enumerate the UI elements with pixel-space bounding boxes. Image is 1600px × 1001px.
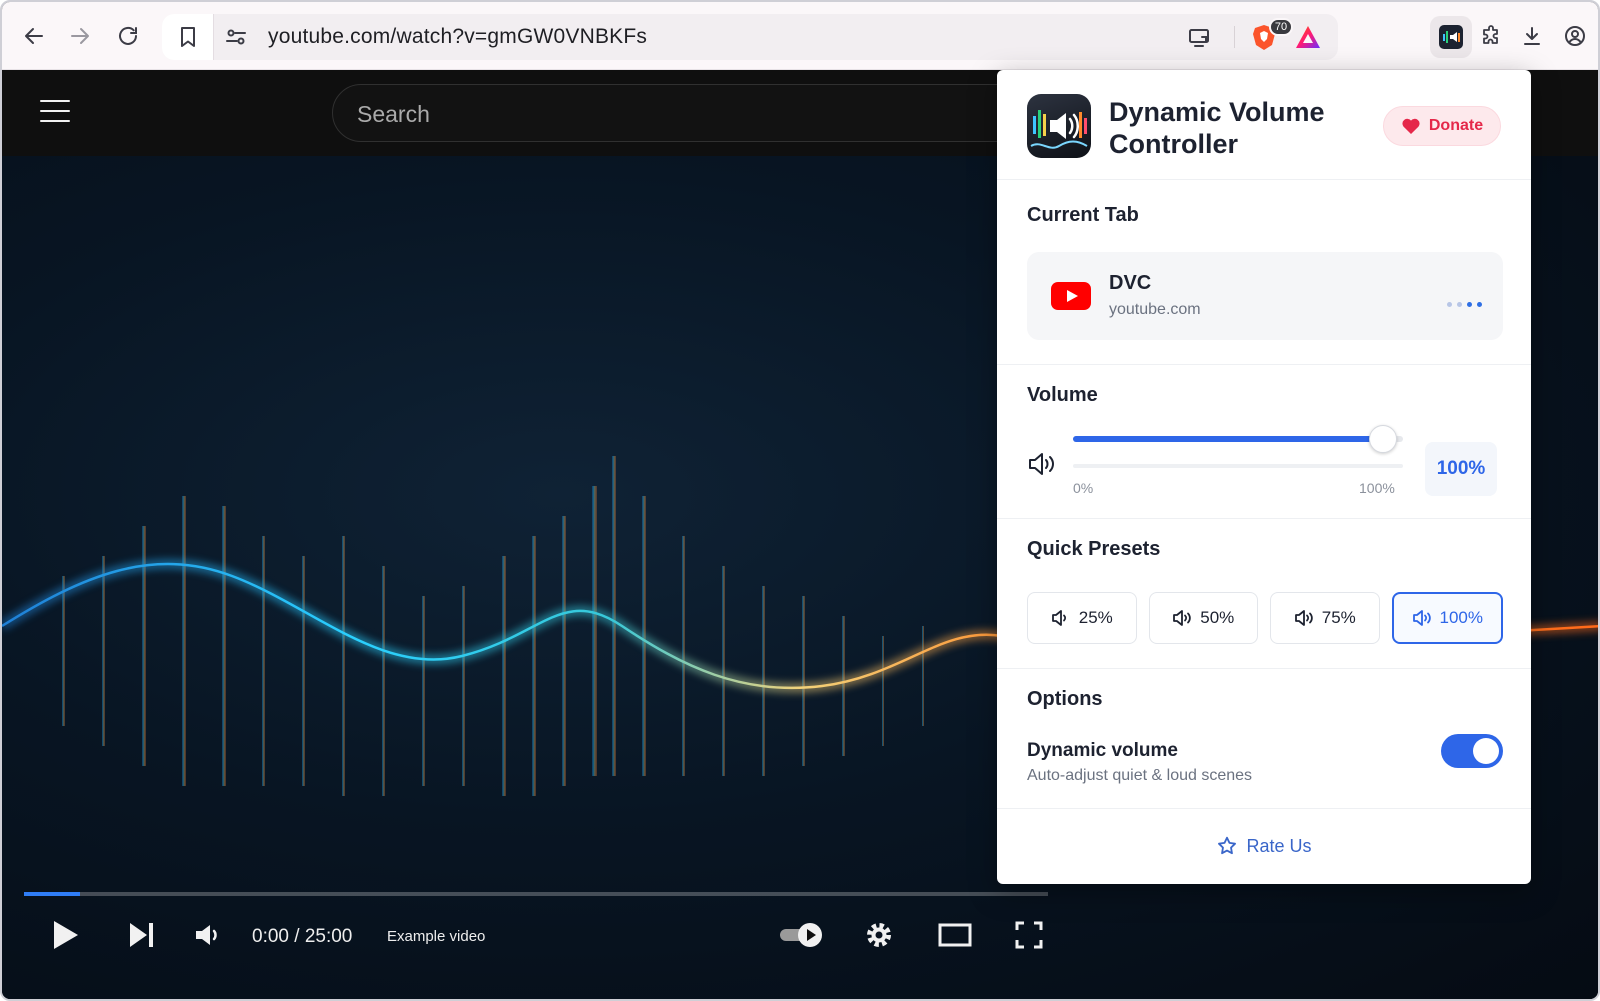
brave-rewards-icon[interactable]: [1294, 24, 1322, 50]
volume-slider-rail: [1073, 464, 1403, 468]
youtube-icon: [1051, 282, 1091, 310]
divider: [997, 364, 1531, 365]
autoplay-toggle[interactable]: [778, 921, 826, 949]
app-logo-icon: [1027, 94, 1091, 158]
volume-slider-thumb[interactable]: [1369, 425, 1398, 453]
audio-activity-indicator: [1447, 302, 1482, 307]
gear-icon[interactable]: [864, 920, 894, 950]
rate-us-button[interactable]: Rate Us: [997, 826, 1531, 866]
popup-title: Dynamic Volume Controller: [1109, 97, 1325, 159]
quick-presets-heading: Quick Presets: [1027, 538, 1161, 560]
next-icon[interactable]: [128, 920, 156, 950]
preset-label: 25%: [1078, 608, 1113, 627]
video-time: 0:00 / 25:00: [252, 926, 353, 947]
volume-min-label: 0%: [1073, 480, 1094, 496]
browser-window: youtube.com/watch?v=gmGW0VNBKFs 70 Searc…: [0, 0, 1600, 1001]
speaker-icon: [1173, 610, 1192, 626]
preset-50-button[interactable]: 50%: [1148, 592, 1258, 644]
volume-heading: Volume: [1027, 384, 1098, 406]
browser-toolbar: youtube.com/watch?v=gmGW0VNBKFs 70: [2, 2, 1598, 70]
tab-domain: youtube.com: [1109, 301, 1201, 318]
volume-value[interactable]: 100%: [1425, 442, 1497, 496]
speaker-icon: [1412, 610, 1431, 626]
cast-icon[interactable]: [1187, 25, 1211, 49]
current-tab-heading: Current Tab: [1027, 204, 1139, 226]
divider: [997, 518, 1531, 519]
search-input[interactable]: Search: [332, 84, 1032, 142]
fullscreen-icon[interactable]: [1014, 920, 1044, 950]
preset-25-button[interactable]: 25%: [1027, 592, 1137, 644]
profile-icon[interactable]: [1557, 18, 1593, 54]
toolbar-separator: [1234, 26, 1235, 48]
video-progress-fill: [24, 892, 81, 896]
speaker-icon: [1051, 610, 1066, 626]
puzzle-icon[interactable]: [1474, 18, 1510, 54]
donate-label: Donate: [1428, 117, 1484, 134]
volume-icon[interactable]: [194, 922, 224, 948]
donate-button[interactable]: Donate: [1383, 106, 1501, 146]
bookmark-icon[interactable]: [162, 14, 214, 60]
back-arrow-icon[interactable]: [16, 18, 52, 54]
preset-100-button[interactable]: 100%: [1391, 592, 1503, 644]
speaker-icon: [1294, 610, 1313, 626]
dynamic-volume-toggle[interactable]: [1441, 734, 1503, 768]
star-icon: [1218, 836, 1237, 855]
extension-icon[interactable]: [1430, 16, 1472, 58]
toggle-knob: [1473, 738, 1499, 764]
speaker-icon: [1027, 450, 1057, 478]
frequency-bars: [62, 456, 924, 796]
video-progress-bar[interactable]: [24, 892, 1048, 896]
forward-arrow-icon[interactable]: [62, 18, 98, 54]
reload-icon[interactable]: [110, 18, 146, 54]
volume-max-label: 100%: [1359, 480, 1395, 496]
search-placeholder: Search: [357, 101, 430, 127]
address-bar[interactable]: youtube.com/watch?v=gmGW0VNBKFs 70: [162, 14, 1338, 60]
site-settings-icon[interactable]: [224, 25, 248, 49]
extension-popup: Dynamic Volume Controller Donate Current…: [997, 70, 1531, 884]
tab-name: DVC: [1109, 272, 1152, 294]
dynamic-volume-description: Auto-adjust quiet & loud scenes: [1027, 767, 1253, 784]
shield-count-badge: 70: [1269, 18, 1293, 36]
heart-icon: [1402, 118, 1420, 134]
theater-mode-icon[interactable]: [938, 922, 972, 948]
download-icon[interactable]: [1514, 18, 1550, 54]
dynamic-volume-title: Dynamic volume: [1027, 740, 1178, 761]
preset-75-button[interactable]: 75%: [1270, 592, 1380, 644]
popup-header: Dynamic Volume Controller Donate: [997, 70, 1531, 180]
divider: [997, 808, 1531, 809]
volume-slider-fill: [1073, 436, 1384, 442]
preset-label: 50%: [1200, 608, 1235, 627]
options-heading: Options: [1027, 688, 1103, 710]
preset-label: 100%: [1439, 608, 1483, 627]
play-icon[interactable]: [50, 918, 80, 952]
current-tab-card[interactable]: DVC youtube.com: [1027, 252, 1503, 340]
url-text[interactable]: youtube.com/watch?v=gmGW0VNBKFs: [268, 25, 647, 49]
rate-us-label: Rate Us: [1246, 835, 1312, 856]
preset-label: 75%: [1321, 608, 1356, 627]
menu-icon[interactable]: [40, 100, 70, 124]
video-title: Example video: [387, 928, 486, 945]
preset-buttons: 25% 50% 75% 100%: [1027, 592, 1503, 644]
volume-slider[interactable]: [1073, 425, 1403, 453]
divider: [997, 668, 1531, 669]
